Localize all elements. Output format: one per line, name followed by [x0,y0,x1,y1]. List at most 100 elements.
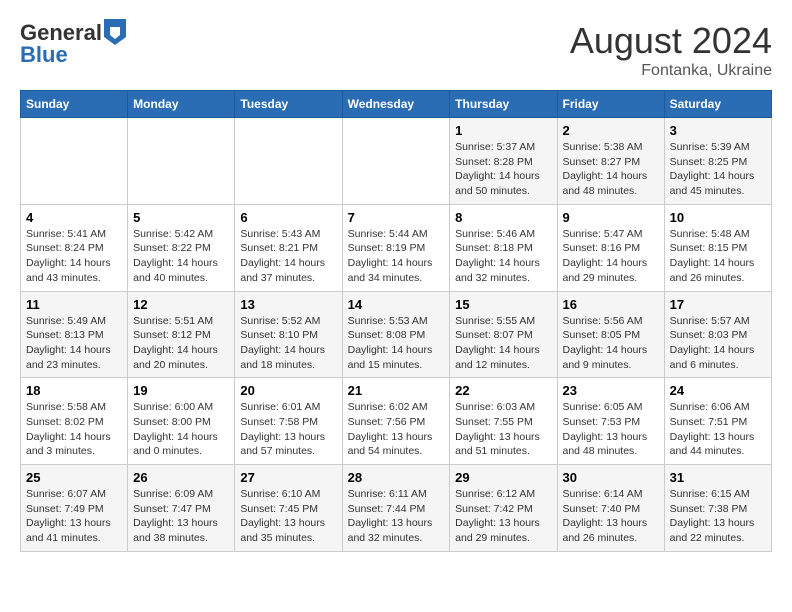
day-number: 12 [133,297,229,312]
calendar-cell [21,118,128,205]
calendar-cell: 7 Sunrise: 5:44 AM Sunset: 8:19 PM Daylig… [342,204,450,291]
day-number: 4 [26,210,122,225]
day-number: 6 [240,210,336,225]
calendar-cell: 23Sunrise: 6:05 AM Sunset: 7:53 PM Dayli… [557,378,664,465]
day-info: Sunrise: 6:01 AM Sunset: 7:58 PM Dayligh… [240,400,336,459]
week-row-2: 4 Sunrise: 5:41 AM Sunset: 8:24 PM Daylig… [21,204,772,291]
calendar-cell [235,118,342,205]
day-info: Sunrise: 6:02 AM Sunset: 7:56 PM Dayligh… [348,400,445,459]
day-number: 30 [563,470,659,485]
day-number: 5 [133,210,229,225]
calendar-cell: 8Sunrise: 5:46 AM Sunset: 8:18 PM Daylig… [450,204,557,291]
day-info: Sunrise: 5:53 AM Sunset: 8:08 PM Dayligh… [348,314,445,373]
day-info: Sunrise: 5:49 AM Sunset: 8:13 PM Dayligh… [26,314,122,373]
day-info: Sunrise: 6:03 AM Sunset: 7:55 PM Dayligh… [455,400,551,459]
day-info: Sunrise: 6:09 AM Sunset: 7:47 PM Dayligh… [133,487,229,546]
calendar-cell: 3Sunrise: 5:39 AM Sunset: 8:25 PM Daylig… [664,118,771,205]
calendar-cell: 31 Sunrise: 6:15 AM Sunset: 7:38 PM Dayli… [664,465,771,552]
calendar-cell: 21 Sunrise: 6:02 AM Sunset: 7:56 PM Dayli… [342,378,450,465]
day-info: Sunrise: 6:15 AM Sunset: 7:38 PM Dayligh… [670,487,766,546]
day-number: 31 [670,470,766,485]
day-info: Sunrise: 5:41 AM Sunset: 8:24 PM Dayligh… [26,227,122,286]
calendar-cell [342,118,450,205]
header-wednesday: Wednesday [342,91,450,118]
day-info: Sunrise: 6:07 AM Sunset: 7:49 PM Dayligh… [26,487,122,546]
day-number: 15 [455,297,551,312]
calendar-cell [128,118,235,205]
calendar-cell: 28 Sunrise: 6:11 AM Sunset: 7:44 PM Dayli… [342,465,450,552]
calendar-cell: 9Sunrise: 5:47 AM Sunset: 8:16 PM Daylig… [557,204,664,291]
location: Fontanka, Ukraine [570,62,772,80]
day-number: 24 [670,383,766,398]
header-friday: Friday [557,91,664,118]
calendar-cell: 4 Sunrise: 5:41 AM Sunset: 8:24 PM Daylig… [21,204,128,291]
day-number: 21 [348,383,445,398]
day-number: 10 [670,210,766,225]
month-year: August 2024 [570,20,772,62]
calendar-cell: 13 Sunrise: 5:52 AM Sunset: 8:10 PM Dayli… [235,291,342,378]
header-monday: Monday [128,91,235,118]
calendar-cell: 16Sunrise: 5:56 AM Sunset: 8:05 PM Dayli… [557,291,664,378]
calendar-cell: 15 Sunrise: 5:55 AM Sunset: 8:07 PM Dayli… [450,291,557,378]
day-info: Sunrise: 6:06 AM Sunset: 7:51 PM Dayligh… [670,400,766,459]
day-number: 20 [240,383,336,398]
calendar-cell: 10 Sunrise: 5:48 AM Sunset: 8:15 PM Dayli… [664,204,771,291]
header-tuesday: Tuesday [235,91,342,118]
calendar-cell: 12 Sunrise: 5:51 AM Sunset: 8:12 PM Dayli… [128,291,235,378]
day-info: Sunrise: 5:48 AM Sunset: 8:15 PM Dayligh… [670,227,766,286]
header-sunday: Sunday [21,91,128,118]
calendar-cell: 14 Sunrise: 5:53 AM Sunset: 8:08 PM Dayli… [342,291,450,378]
calendar-cell: 11 Sunrise: 5:49 AM Sunset: 8:13 PM Dayli… [21,291,128,378]
header-saturday: Saturday [664,91,771,118]
calendar-cell: 18 Sunrise: 5:58 AM Sunset: 8:02 PM Dayli… [21,378,128,465]
day-info: Sunrise: 5:46 AM Sunset: 8:18 PM Dayligh… [455,227,551,286]
day-number: 11 [26,297,122,312]
day-number: 22 [455,383,551,398]
day-number: 19 [133,383,229,398]
day-info: Sunrise: 6:10 AM Sunset: 7:45 PM Dayligh… [240,487,336,546]
day-number: 28 [348,470,445,485]
day-info: Sunrise: 6:00 AM Sunset: 8:00 PM Dayligh… [133,400,229,459]
day-info: Sunrise: 5:58 AM Sunset: 8:02 PM Dayligh… [26,400,122,459]
day-info: Sunrise: 5:55 AM Sunset: 8:07 PM Dayligh… [455,314,551,373]
day-number: 23 [563,383,659,398]
calendar-cell: 17 Sunrise: 5:57 AM Sunset: 8:03 PM Dayli… [664,291,771,378]
calendar-cell: 27 Sunrise: 6:10 AM Sunset: 7:45 PM Dayli… [235,465,342,552]
day-info: Sunrise: 5:39 AM Sunset: 8:25 PM Dayligh… [670,140,766,199]
calendar-cell: 2 Sunrise: 5:38 AM Sunset: 8:27 PM Daylig… [557,118,664,205]
day-number: 9 [563,210,659,225]
day-info: Sunrise: 5:56 AM Sunset: 8:05 PM Dayligh… [563,314,659,373]
day-info: Sunrise: 5:43 AM Sunset: 8:21 PM Dayligh… [240,227,336,286]
calendar-cell: 1Sunrise: 5:37 AM Sunset: 8:28 PM Daylig… [450,118,557,205]
calendar-cell: 20 Sunrise: 6:01 AM Sunset: 7:58 PM Dayli… [235,378,342,465]
day-number: 29 [455,470,551,485]
week-row-1: 1Sunrise: 5:37 AM Sunset: 8:28 PM Daylig… [21,118,772,205]
week-row-5: 25Sunrise: 6:07 AM Sunset: 7:49 PM Dayli… [21,465,772,552]
day-info: Sunrise: 5:38 AM Sunset: 8:27 PM Dayligh… [563,140,659,199]
day-info: Sunrise: 5:52 AM Sunset: 8:10 PM Dayligh… [240,314,336,373]
day-info: Sunrise: 5:51 AM Sunset: 8:12 PM Dayligh… [133,314,229,373]
day-info: Sunrise: 5:44 AM Sunset: 8:19 PM Dayligh… [348,227,445,286]
day-info: Sunrise: 5:57 AM Sunset: 8:03 PM Dayligh… [670,314,766,373]
week-row-3: 11 Sunrise: 5:49 AM Sunset: 8:13 PM Dayli… [21,291,772,378]
page-header: General Blue August 2024 Fontanka, Ukrai… [20,20,772,80]
day-number: 13 [240,297,336,312]
title-block: August 2024 Fontanka, Ukraine [570,20,772,80]
day-number: 7 [348,210,445,225]
day-number: 18 [26,383,122,398]
day-info: Sunrise: 5:37 AM Sunset: 8:28 PM Dayligh… [455,140,551,199]
logo-icon [104,19,126,45]
calendar-cell: 24 Sunrise: 6:06 AM Sunset: 7:51 PM Dayli… [664,378,771,465]
calendar-cell: 19 Sunrise: 6:00 AM Sunset: 8:00 PM Dayli… [128,378,235,465]
day-number: 17 [670,297,766,312]
day-info: Sunrise: 6:14 AM Sunset: 7:40 PM Dayligh… [563,487,659,546]
week-row-4: 18 Sunrise: 5:58 AM Sunset: 8:02 PM Dayli… [21,378,772,465]
day-number: 27 [240,470,336,485]
day-number: 2 [563,123,659,138]
day-number: 14 [348,297,445,312]
day-info: Sunrise: 6:11 AM Sunset: 7:44 PM Dayligh… [348,487,445,546]
calendar-cell: 22 Sunrise: 6:03 AM Sunset: 7:55 PM Dayli… [450,378,557,465]
calendar-cell: 26Sunrise: 6:09 AM Sunset: 7:47 PM Dayli… [128,465,235,552]
calendar-cell: 25Sunrise: 6:07 AM Sunset: 7:49 PM Dayli… [21,465,128,552]
day-info: Sunrise: 6:12 AM Sunset: 7:42 PM Dayligh… [455,487,551,546]
